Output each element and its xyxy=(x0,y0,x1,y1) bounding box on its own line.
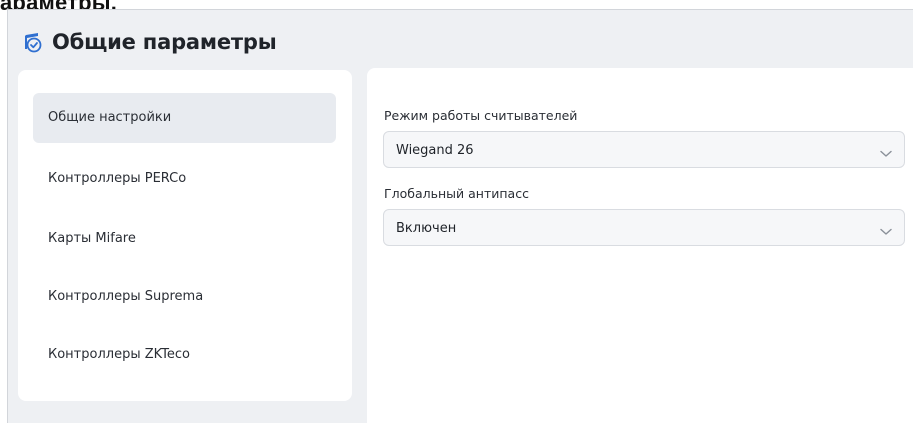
chevron-down-icon xyxy=(880,145,892,157)
settings-window: Общие параметры Общие настройки Контролл… xyxy=(7,9,913,423)
reader-mode-label: Режим работы считывателей xyxy=(384,108,578,123)
global-antipass-select[interactable]: Включен xyxy=(383,209,905,246)
page-title: Общие параметры xyxy=(52,30,277,54)
sidebar-item-general-settings[interactable]: Общие настройки xyxy=(33,93,336,143)
sidebar-item-mifare-cards[interactable]: Карты Mifare xyxy=(33,214,336,264)
global-antipass-label: Глобальный антипасс xyxy=(384,186,529,201)
chevron-down-icon xyxy=(880,223,892,235)
global-antipass-value: Включен xyxy=(396,221,457,236)
reader-mode-value: Wiegand 26 xyxy=(396,143,474,158)
sidebar-item-suprema-controllers[interactable]: Контроллеры Suprema xyxy=(33,272,336,322)
sidebar: Общие настройки Контроллеры PERCo Карты … xyxy=(18,70,352,401)
settings-panel: Режим работы считывателей Wiegand 26 Гло… xyxy=(367,68,913,423)
shield-check-icon xyxy=(23,32,43,54)
reader-mode-select[interactable]: Wiegand 26 xyxy=(383,131,905,168)
sidebar-item-zkteco-controllers[interactable]: Контроллеры ZKTeco xyxy=(33,330,336,380)
sidebar-item-perco-controllers[interactable]: Контроллеры PERCo xyxy=(33,154,336,204)
header: Общие параметры xyxy=(8,10,913,70)
